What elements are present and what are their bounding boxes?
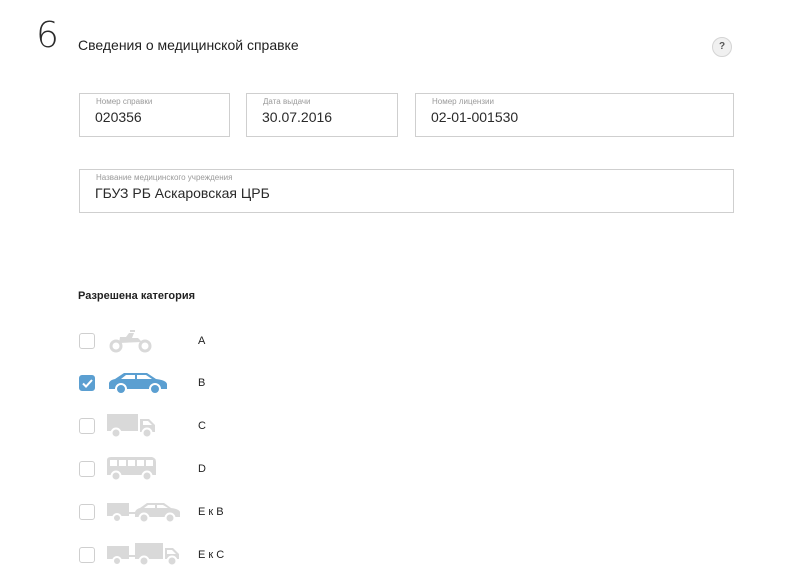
- category-row-a[interactable]: A: [78, 328, 378, 354]
- car-icon: [106, 370, 170, 401]
- category-row-c[interactable]: C: [78, 413, 378, 439]
- category-checkbox-c[interactable]: [79, 418, 95, 434]
- trailer-truck-icon: [106, 542, 182, 573]
- issue-date-label: Дата выдачи: [263, 97, 311, 106]
- motorcycle-icon: [106, 328, 154, 359]
- category-checkbox-b[interactable]: [79, 375, 95, 391]
- license-number-input[interactable]: [431, 109, 718, 125]
- truck-icon: [106, 413, 158, 444]
- category-checkbox-d[interactable]: [79, 461, 95, 477]
- issue-date-field[interactable]: Дата выдачи: [246, 93, 398, 137]
- bus-icon: [106, 456, 158, 487]
- section-number: 6: [36, 15, 59, 56]
- license-number-field[interactable]: Номер лицензии: [415, 93, 734, 137]
- help-button[interactable]: ?: [712, 37, 732, 57]
- category-row-d[interactable]: D: [78, 456, 378, 482]
- category-label-e-b: E к B: [198, 506, 224, 518]
- license-number-label: Номер лицензии: [432, 97, 494, 106]
- category-checkbox-e-c[interactable]: [79, 547, 95, 563]
- category-label-b: B: [198, 377, 206, 389]
- category-checkbox-a[interactable]: [79, 333, 95, 349]
- category-row-e-c[interactable]: E к C: [78, 542, 378, 568]
- category-label-e-c: E к C: [198, 549, 225, 561]
- checkmark-icon: [82, 379, 93, 388]
- category-label-a: A: [198, 335, 206, 347]
- cert-number-label: Номер справки: [96, 97, 153, 106]
- trailer-car-icon: [106, 499, 182, 530]
- category-row-e-b[interactable]: E к B: [78, 499, 378, 525]
- category-heading: Разрешена категория: [78, 290, 196, 302]
- institution-input[interactable]: [95, 185, 718, 201]
- category-checkbox-e-b[interactable]: [79, 504, 95, 520]
- institution-label: Название медицинского учреждения: [96, 173, 233, 182]
- category-row-b[interactable]: B: [78, 370, 378, 396]
- category-label-d: D: [198, 463, 206, 475]
- cert-number-field[interactable]: Номер справки: [79, 93, 230, 137]
- category-label-c: C: [198, 420, 206, 432]
- institution-field[interactable]: Название медицинского учреждения: [79, 169, 734, 213]
- issue-date-input[interactable]: [262, 109, 382, 125]
- cert-number-input[interactable]: [95, 109, 214, 125]
- section-title: Сведения о медицинской справке: [78, 37, 299, 53]
